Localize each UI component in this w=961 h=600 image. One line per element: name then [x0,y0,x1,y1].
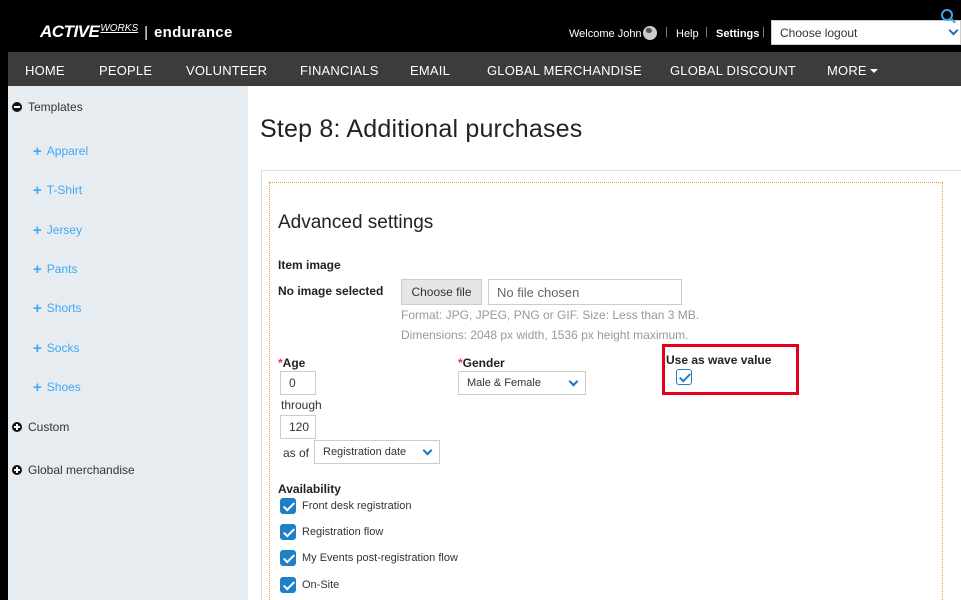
plus-icon: + [33,222,42,239]
sidebar-item-shoes[interactable]: + Shoes [33,379,81,396]
sidebar-item-shorts[interactable]: + Shorts [33,300,81,317]
header-divider: | [705,26,708,38]
sidebar-item-apparel[interactable]: + Apparel [33,143,88,160]
user-avatar-icon[interactable] [643,26,657,40]
chevron-down-icon [948,25,959,36]
as-of-label: as of [283,446,310,460]
expand-icon [12,465,22,475]
expand-icon [12,422,22,432]
logout-select-value: Choose logout [780,26,858,40]
age-to-input[interactable]: 120 [280,415,316,439]
post-registration-checkbox[interactable] [280,550,296,566]
on-site-label: On-Site [302,579,340,591]
welcome-text: Welcome John [569,28,642,40]
caret-down-icon [869,69,878,73]
plus-icon: + [33,300,42,317]
as-of-select-value: Registration date [323,446,407,458]
sidebar-group-templates[interactable]: Templates [12,100,83,114]
sidebar-group-custom[interactable]: Custom [12,420,69,434]
logo-brand: ACTIVE [40,22,100,41]
nav-global-merchandise[interactable]: GLOBAL MERCHANDISE [487,63,642,78]
sidebar-group-label: Global merchandise [28,463,135,477]
nav-home[interactable]: HOME [25,63,65,78]
plus-icon: + [33,340,42,357]
header-divider: | [762,26,765,38]
page-title: Step 8: Additional purchases [260,115,583,143]
plus-icon: + [33,182,42,199]
nav-global-discount[interactable]: GLOBAL DISCOUNT [670,63,796,78]
no-image-label: No image selected [278,284,384,298]
choose-file-button[interactable]: Choose file [401,279,482,305]
age-from-input[interactable]: 0 [280,371,316,395]
file-name-field[interactable]: No file chosen [488,279,682,305]
gender-select-value: Male & Female [467,377,541,389]
age-label: *Age [278,356,305,370]
nav-more-label: MORE [827,63,867,78]
nav-volunteer[interactable]: VOLUNTEER [186,63,267,78]
front-desk-checkbox[interactable] [280,498,296,514]
nav-email[interactable]: EMAIL [410,63,450,78]
sidebar-item-tshirt[interactable]: + T-Shirt [33,182,82,199]
front-desk-label: Front desk registration [302,500,412,512]
sidebar-item-label: Shoes [46,380,81,394]
sidebar-item-label: Socks [46,341,80,355]
sidebar-item-label: T-Shirt [46,183,83,197]
logo-product: endurance [154,24,233,41]
sidebar-group-label: Custom [28,420,70,434]
window-edge [0,0,8,600]
nav-more[interactable]: MORE [827,63,878,78]
dimension-hint: Dimensions: 2048 px width, 1536 px heigh… [401,328,689,342]
logo-sub: WORKS [100,23,139,34]
chevron-down-icon [422,445,433,456]
as-of-select[interactable]: Registration date [314,440,440,464]
header-divider: | [665,26,668,38]
sidebar-group-label: Templates [28,100,83,114]
on-site-checkbox[interactable] [280,577,296,593]
sidebar-item-label: Pants [46,262,78,276]
sidebar-item-label: Apparel [46,144,89,158]
nav-people[interactable]: PEOPLE [99,63,152,78]
nav-financials[interactable]: FINANCIALS [300,63,379,78]
help-link[interactable]: Help [676,28,699,40]
registration-flow-checkbox[interactable] [280,524,296,540]
logo-separator: | [144,24,149,41]
plus-icon: + [33,261,42,278]
format-hint: Format: JPG, JPEG, PNG or GIF. Size: Les… [401,308,700,322]
chevron-down-icon [568,376,579,387]
main-nav: HOME PEOPLE VOLUNTEER FINANCIALS EMAIL G… [8,52,961,86]
plus-icon: + [33,379,42,396]
sidebar-item-label: Jersey [46,223,83,237]
through-label: through [281,398,322,412]
highlight-box [662,344,799,395]
plus-icon: + [33,143,42,160]
sidebar-group-global-merchandise[interactable]: Global merchandise [12,463,135,477]
gender-label-text: Gender [462,356,505,370]
app-logo[interactable]: ACTIVEWORKS | endurance [40,22,233,42]
item-image-label: Item image [278,258,341,272]
sidebar-item-socks[interactable]: + Socks [33,340,79,357]
settings-link[interactable]: Settings [716,28,759,40]
search-icon[interactable] [941,9,953,21]
gender-label: *Gender [458,356,505,370]
age-label-text: Age [282,356,306,370]
logout-select[interactable]: Choose logout [771,20,961,45]
post-registration-label: My Events post-registration flow [302,552,458,564]
sidebar-item-jersey[interactable]: + Jersey [33,222,82,239]
gender-select[interactable]: Male & Female [458,371,586,395]
availability-label: Availability [278,482,341,496]
sidebar-item-pants[interactable]: + Pants [33,261,77,278]
sidebar-item-label: Shorts [46,301,82,315]
collapse-icon [12,102,22,112]
registration-flow-label: Registration flow [302,526,384,538]
section-title: Advanced settings [278,212,434,233]
